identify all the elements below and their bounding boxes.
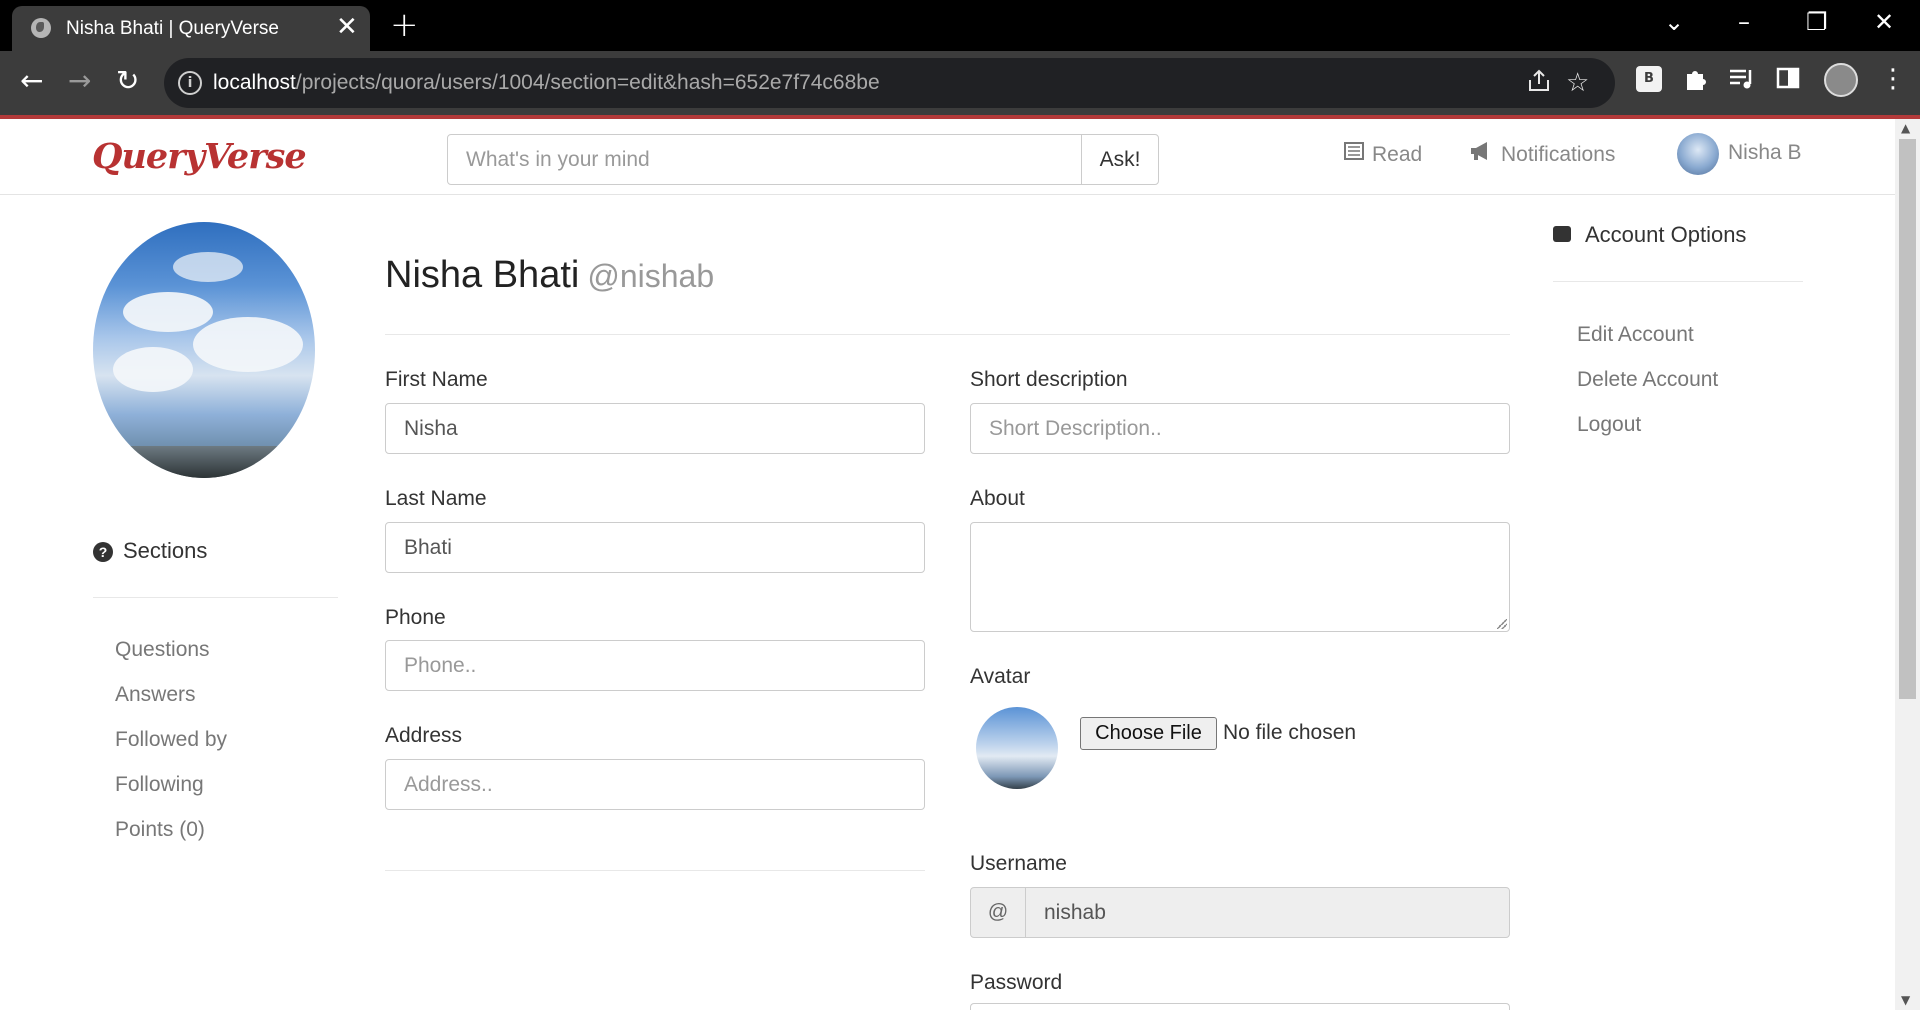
choose-file-button[interactable]: Choose File xyxy=(1080,717,1217,750)
sidepanel-icon[interactable] xyxy=(1776,66,1800,94)
about-label: About xyxy=(970,487,1025,510)
password-label: Password xyxy=(970,971,1063,994)
last-name-label: Last Name xyxy=(385,487,487,510)
extensions-icon[interactable] xyxy=(1682,66,1708,97)
last-name-field[interactable]: Bhati xyxy=(385,522,925,573)
page-scrollbar[interactable]: ▲ ▼ xyxy=(1895,119,1920,1010)
phone-label: Phone xyxy=(385,606,446,629)
sections-heading: ? Sections xyxy=(93,538,207,564)
globe-icon xyxy=(31,18,51,38)
nav-notifications[interactable]: Notifications xyxy=(1469,141,1615,167)
scrollbar-thumb[interactable] xyxy=(1899,139,1916,699)
media-icon[interactable] xyxy=(1728,66,1756,96)
url-host: localhost xyxy=(213,71,296,94)
browser-tab-strip: Nisha Bhati | QueryVerse ✕ + ⌄ – ❐ ✕ xyxy=(0,0,1920,51)
browser-profile-avatar[interactable] xyxy=(1824,63,1858,97)
link-answers[interactable]: Answers xyxy=(115,683,196,707)
username-field: @ nishab xyxy=(970,887,1510,938)
profile-full-name: Nisha Bhati xyxy=(385,254,580,296)
first-name-field[interactable]: Nisha xyxy=(385,403,925,454)
menu-icon[interactable]: ⋮ xyxy=(1880,66,1906,92)
link-logout[interactable]: Logout xyxy=(1577,413,1641,437)
link-delete-account[interactable]: Delete Account xyxy=(1577,368,1718,392)
tab-title: Nisha Bhati | QueryVerse xyxy=(66,18,279,39)
minimize-icon[interactable]: – xyxy=(1738,8,1750,36)
link-following[interactable]: Following xyxy=(115,773,204,797)
restore-icon[interactable]: ❐ xyxy=(1806,8,1828,36)
avatar-label: Avatar xyxy=(970,665,1031,688)
resize-grip-icon[interactable] xyxy=(1497,619,1507,629)
short-description-field[interactable]: Short Description.. xyxy=(970,403,1510,454)
short-description-label: Short description xyxy=(970,368,1128,391)
at-sign-addon: @ xyxy=(971,888,1026,937)
nav-read[interactable]: Read xyxy=(1344,141,1422,167)
site-logo[interactable]: QueryVerse xyxy=(92,136,307,177)
tab-close-icon[interactable]: ✕ xyxy=(336,14,358,40)
site-header: QueryVerse What's in your mind Ask! Read… xyxy=(0,119,1895,195)
account-divider xyxy=(1553,281,1803,282)
account-options-heading: Account Options xyxy=(1553,222,1746,248)
address-label: Address xyxy=(385,724,463,747)
browser-tab[interactable]: Nisha Bhati | QueryVerse ✕ xyxy=(12,6,370,51)
first-name-label: First Name xyxy=(385,368,488,391)
phone-field[interactable]: Phone.. xyxy=(385,640,925,691)
forward-icon[interactable]: → xyxy=(68,65,91,97)
scroll-up-icon[interactable]: ▲ xyxy=(1901,121,1910,135)
address-field[interactable]: Address.. xyxy=(385,759,925,810)
profile-username-tag: @nishab xyxy=(587,258,715,294)
profile-picture xyxy=(93,222,315,478)
address-bar[interactable]: i localhost/projects/quora/users/1004/se… xyxy=(164,58,1615,108)
new-tab-button[interactable]: + xyxy=(390,7,419,43)
tab-search-icon[interactable]: ⌄ xyxy=(1664,8,1684,36)
nav-read-label: Read xyxy=(1372,143,1423,166)
link-followed-by[interactable]: Followed by xyxy=(115,728,227,752)
ask-button[interactable]: Ask! xyxy=(1081,134,1159,185)
user-avatar[interactable] xyxy=(1677,133,1719,175)
back-icon[interactable]: ← xyxy=(20,65,43,97)
username-label: Username xyxy=(970,852,1067,875)
window-close-icon[interactable]: ✕ xyxy=(1874,8,1894,36)
form-left-divider xyxy=(385,870,925,871)
search-input[interactable]: What's in your mind xyxy=(447,134,1082,185)
page-title: Nisha Bhati @nishab xyxy=(385,254,714,297)
extension-b-icon[interactable]: B xyxy=(1636,66,1662,92)
account-options-label: Account Options xyxy=(1585,222,1747,247)
nav-user-name[interactable]: Nisha B xyxy=(1728,141,1802,165)
avatar-preview xyxy=(976,707,1058,789)
title-divider xyxy=(385,334,1510,335)
lock-icon xyxy=(1553,226,1571,242)
password-field[interactable] xyxy=(970,1003,1510,1010)
about-textarea[interactable] xyxy=(970,522,1510,632)
link-points[interactable]: Points (0) xyxy=(115,818,205,842)
scroll-down-icon[interactable]: ▼ xyxy=(1901,993,1910,1007)
link-edit-account[interactable]: Edit Account xyxy=(1577,323,1694,347)
info-icon[interactable]: i xyxy=(178,71,202,95)
url-text[interactable]: localhost/projects/quora/users/1004/sect… xyxy=(213,71,880,95)
link-questions[interactable]: Questions xyxy=(115,638,210,662)
star-icon[interactable]: ☆ xyxy=(1566,68,1589,98)
newspaper-icon xyxy=(1344,141,1364,167)
sections-heading-label: Sections xyxy=(123,538,208,563)
username-value: nishab xyxy=(1044,901,1106,924)
megaphone-icon xyxy=(1469,141,1493,167)
question-circle-icon: ? xyxy=(93,542,113,562)
url-path: /projects/quora/users/1004/section=edit&… xyxy=(295,71,880,94)
sections-divider xyxy=(93,597,338,598)
browser-toolbar: ← → ↻ i localhost/projects/quora/users/1… xyxy=(0,51,1920,115)
no-file-text: No file chosen xyxy=(1223,721,1357,744)
share-icon[interactable] xyxy=(1526,68,1552,101)
reload-icon[interactable]: ↻ xyxy=(116,65,139,97)
nav-notifications-label: Notifications xyxy=(1501,143,1616,166)
